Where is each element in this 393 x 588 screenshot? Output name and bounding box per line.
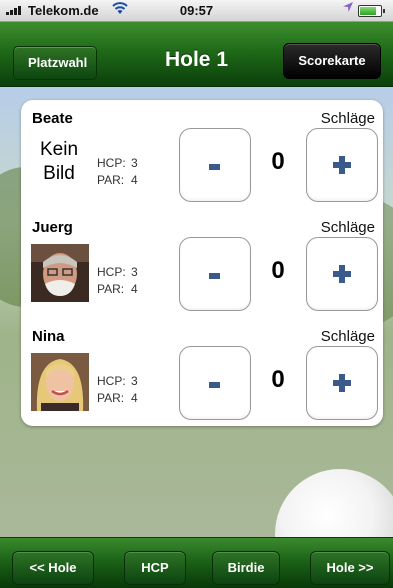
hcp-value: 3 [131, 265, 138, 279]
strokes-label: Schläge [320, 110, 375, 127]
decrease-strokes-button[interactable] [179, 128, 251, 202]
minus-icon [209, 273, 220, 279]
hcp-label: HCP: [97, 374, 126, 388]
increase-strokes-button[interactable] [306, 346, 378, 420]
player-row: Juerg Schläge HCP: 3 PAR: 4 0 [21, 209, 383, 319]
navigation-bar: Platzwahl Hole 1 Scorekarte [0, 22, 393, 87]
player-stats: HCP: 3 PAR: 4 [97, 264, 138, 298]
par-label: PAR: [97, 282, 125, 296]
player-name: Beate [32, 110, 73, 127]
par-label: PAR: [97, 391, 125, 405]
player-name: Nina [32, 328, 65, 345]
avatar[interactable] [31, 244, 89, 302]
hcp-label: HCP: [97, 156, 126, 170]
increase-strokes-button[interactable] [306, 128, 378, 202]
minus-icon [209, 164, 220, 170]
previous-hole-button[interactable]: << Hole [12, 551, 94, 585]
status-bar: Telekom.de 09:57 [0, 0, 393, 22]
player-row: Nina Schläge HCP: 3 PAR: 4 0 [21, 318, 383, 428]
strokes-label: Schläge [320, 328, 375, 345]
hcp-label: HCP: [97, 265, 126, 279]
player-row: Beate Schläge Kein Bild HCP: 3 PAR: 4 0 [21, 100, 383, 210]
player-stats: HCP: 3 PAR: 4 [97, 373, 138, 407]
decrease-strokes-button[interactable] [179, 237, 251, 311]
player-stats: HCP: 3 PAR: 4 [97, 155, 138, 189]
par-label: PAR: [97, 173, 125, 187]
avatar[interactable] [31, 353, 89, 411]
scorekarte-button[interactable]: Scorekarte [283, 43, 381, 79]
bottom-toolbar: << Hole HCP Birdie Hole >> [0, 537, 393, 588]
clock: 09:57 [179, 3, 214, 18]
increase-strokes-button[interactable] [306, 237, 378, 311]
golf-ball-image [275, 469, 393, 537]
battery-icon [358, 5, 385, 17]
strokes-label: Schläge [320, 219, 375, 236]
players-card: Beate Schläge Kein Bild HCP: 3 PAR: 4 0 Ju… [21, 100, 383, 426]
hcp-button[interactable]: HCP [124, 551, 186, 585]
decrease-strokes-button[interactable] [179, 346, 251, 420]
hcp-value: 3 [131, 156, 138, 170]
player-name: Juerg [32, 219, 73, 236]
birdie-button[interactable]: Birdie [212, 551, 280, 585]
strokes-count: 0 [271, 148, 285, 175]
location-icon [342, 1, 354, 16]
par-value: 4 [131, 391, 138, 405]
strokes-count: 0 [271, 366, 285, 393]
minus-icon [209, 382, 220, 388]
par-value: 4 [131, 282, 138, 296]
strokes-count: 0 [271, 257, 285, 284]
hcp-value: 3 [131, 374, 138, 388]
next-hole-button[interactable]: Hole >> [310, 551, 390, 585]
no-image-placeholder[interactable]: Kein Bild [31, 138, 87, 186]
par-value: 4 [131, 173, 138, 187]
